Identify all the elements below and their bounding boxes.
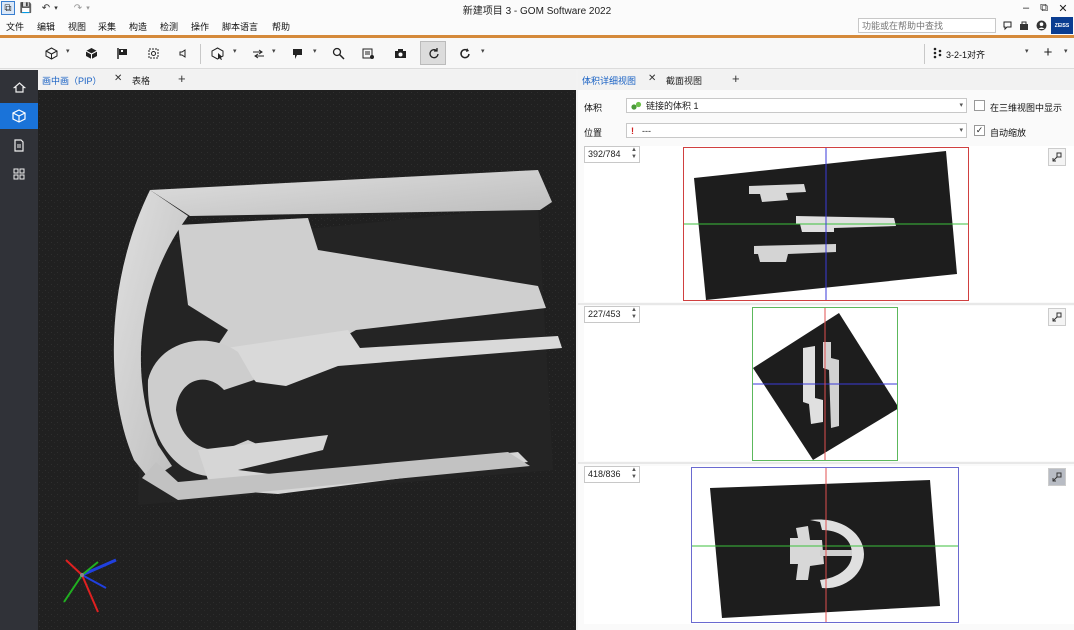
- home-icon[interactable]: [0, 74, 38, 100]
- maximize-view-icon[interactable]: [1048, 148, 1066, 166]
- slice-view-1: 392/784 ▲ ▼: [584, 146, 1074, 302]
- view-mode-icon[interactable]: [42, 44, 60, 62]
- close-tab-icon[interactable]: ✕: [648, 73, 656, 84]
- left-tab-bar: 画中画（PIP） ✕ 表格 +: [38, 70, 576, 90]
- menu-operations[interactable]: 操作: [191, 20, 209, 33]
- menu-edit[interactable]: 编辑: [37, 20, 55, 33]
- position-select[interactable]: ! --- ▾: [626, 123, 967, 138]
- add-tab-button[interactable]: +: [732, 71, 740, 86]
- window-title: 新建项目 3 - GOM Software 2022: [462, 6, 612, 17]
- menu-inspect[interactable]: 检测: [160, 20, 178, 33]
- show-in-3d-checkbox[interactable]: [974, 100, 985, 111]
- right-tab-bar: 体积详细视图 ✕ 截面视图 +: [578, 70, 1074, 90]
- flag-icon[interactable]: [113, 44, 131, 62]
- close-tab-icon[interactable]: ✕: [114, 73, 122, 84]
- volume-label: 体积: [584, 103, 603, 113]
- tab-table[interactable]: 表格: [132, 74, 150, 87]
- auto-zoom-checkbox[interactable]: ✓: [974, 125, 985, 136]
- help-search-input[interactable]: [858, 18, 996, 33]
- restore-button[interactable]: ⧉: [1036, 0, 1052, 16]
- add-alignment-dropdown-icon[interactable]: ▾: [1064, 47, 1068, 55]
- refresh-button[interactable]: [420, 41, 446, 65]
- recompute-dropdown-icon[interactable]: ▾: [481, 47, 485, 55]
- slice-2-image[interactable]: [752, 307, 898, 461]
- alignment-selector[interactable]: 3-2-1对齐: [946, 48, 985, 61]
- screenshot-camera-icon[interactable]: [391, 44, 409, 62]
- slice-2-value: 227/453: [588, 309, 621, 319]
- align-arrows-icon[interactable]: [249, 44, 267, 62]
- solid-cube-icon[interactable]: [82, 44, 100, 62]
- select-dropdown-icon[interactable]: ▾: [233, 47, 237, 55]
- slice-1-spinbox[interactable]: 392/784 ▲ ▼: [584, 146, 640, 163]
- add-alignment-button[interactable]: +: [1039, 43, 1057, 61]
- spin-arrows-icon[interactable]: ▲ ▼: [631, 467, 637, 481]
- grid-apps-icon[interactable]: [0, 161, 38, 187]
- toolbar: ▾ ▾ ▾ ▾ ▾ 3-2-1对齐 ▾ + ▾: [0, 38, 1074, 69]
- ct-part-render: [38, 90, 576, 630]
- maximize-view-icon[interactable]: [1048, 308, 1066, 326]
- menu-acquire[interactable]: 采集: [98, 20, 116, 33]
- slice-3-value: 418/836: [588, 469, 621, 479]
- position-label: 位置: [584, 128, 603, 138]
- tab-section-view[interactable]: 截面视图: [666, 74, 702, 87]
- alignment-dropdown-icon[interactable]: ▾: [1025, 47, 1029, 55]
- row-divider: [578, 303, 1074, 305]
- shop-icon[interactable]: [1017, 18, 1031, 33]
- tab-picture-in-picture[interactable]: 画中画（PIP）: [42, 74, 102, 87]
- warning-icon: !: [631, 125, 634, 136]
- chevron-down-icon: ▾: [959, 127, 963, 134]
- menu-construct[interactable]: 构造: [129, 20, 147, 33]
- report-icon[interactable]: [359, 44, 377, 62]
- spin-arrows-icon[interactable]: ▲ ▼: [631, 307, 637, 321]
- slice-1-image[interactable]: [683, 147, 969, 301]
- menu-view[interactable]: 视图: [68, 20, 86, 33]
- speaker-icon[interactable]: [174, 44, 192, 62]
- minimize-button[interactable]: –: [1018, 0, 1034, 16]
- volume-select[interactable]: 链接的体积 1 ▾: [626, 98, 967, 113]
- zeiss-logo: ZEISS: [1051, 17, 1073, 34]
- recompute-icon[interactable]: [455, 44, 473, 62]
- label-icon[interactable]: [288, 44, 306, 62]
- report-page-icon[interactable]: [0, 132, 38, 158]
- menu-file[interactable]: 文件: [6, 20, 24, 33]
- row-divider: [578, 462, 1074, 464]
- magnifier-icon[interactable]: [329, 44, 347, 62]
- slice-2-spinbox[interactable]: 227/453 ▲ ▼: [584, 306, 640, 323]
- ct-3d-view[interactable]: [38, 90, 576, 630]
- select-icon[interactable]: [208, 44, 226, 62]
- view-mode-dropdown-icon[interactable]: ▾: [66, 47, 70, 55]
- alignment-points-icon[interactable]: [929, 44, 947, 62]
- position-select-value: ---: [642, 125, 651, 136]
- volume-workspace-icon[interactable]: [0, 103, 38, 129]
- slice-3-image[interactable]: [691, 467, 959, 623]
- close-window-button[interactable]: ✕: [1055, 0, 1071, 16]
- slice-3-spinbox[interactable]: 418/836 ▲ ▼: [584, 466, 640, 483]
- slice-view-2: 227/453 ▲ ▼: [584, 306, 1074, 461]
- label-dropdown-icon[interactable]: ▾: [313, 47, 317, 55]
- menu-bar: 文件 编辑 视图 采集 构造 检测 操作 脚本语言 帮助 ZEISS: [0, 17, 1074, 35]
- show-in-3d-label: 在三维视图中显示: [990, 103, 1063, 113]
- auto-zoom-label: 自动缩放: [990, 128, 1027, 138]
- chevron-down-icon: ▾: [959, 102, 963, 109]
- toolbar-separator: [924, 44, 925, 64]
- align-arrows-dropdown-icon[interactable]: ▾: [272, 47, 276, 55]
- add-tab-button[interactable]: +: [178, 71, 186, 86]
- menu-help[interactable]: 帮助: [272, 20, 290, 33]
- toolbar-separator: [200, 44, 201, 64]
- tips-icon[interactable]: [1000, 18, 1014, 33]
- left-sidebar: [0, 70, 38, 630]
- slice-1-value: 392/784: [588, 149, 621, 159]
- spin-arrows-icon[interactable]: ▲ ▼: [631, 147, 637, 161]
- slice-view-3: 418/836 ▲ ▼: [584, 466, 1074, 624]
- volume-select-value: 链接的体积 1: [646, 101, 699, 111]
- linked-volume-icon: [631, 101, 642, 110]
- title-bar: ⧉ 💾 ↶ ▾ ↷ ▾ 新建项目 3 - GOM Software 2022 –…: [0, 0, 1074, 17]
- volume-detail-panel: 体积 链接的体积 1 ▾ 在三维视图中显示 位置 ! --- ▾ ✓ 自动缩放 …: [578, 90, 1074, 630]
- tab-volume-detail-view[interactable]: 体积详细视图: [582, 74, 636, 87]
- maximize-view-icon[interactable]: [1048, 468, 1066, 486]
- camera-reset-icon[interactable]: [144, 44, 162, 62]
- menu-scripting[interactable]: 脚本语言: [222, 20, 258, 33]
- user-avatar-icon[interactable]: [1034, 18, 1048, 33]
